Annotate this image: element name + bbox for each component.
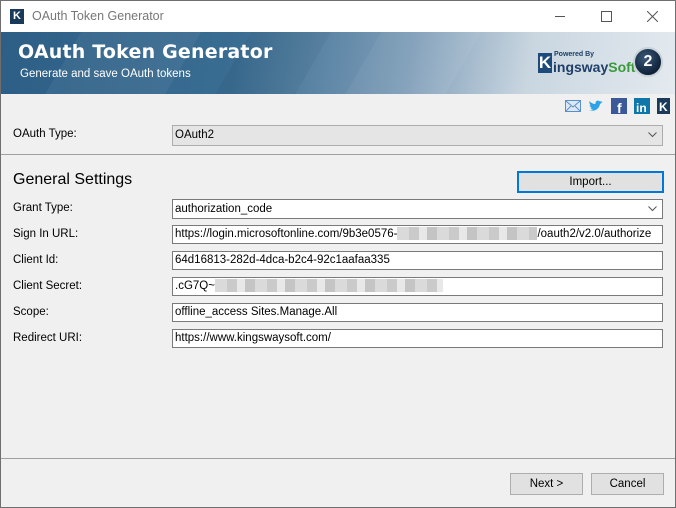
chevron-down-icon <box>648 206 657 212</box>
oauth-type-label: OAuth Type: <box>13 128 77 140</box>
scope-input[interactable]: offline_access Sites.Manage.All <box>172 303 663 322</box>
version-badge: 2 <box>633 47 663 77</box>
scope-value: offline_access Sites.Manage.All <box>175 306 338 318</box>
logo-powered-by: Powered By <box>554 51 595 58</box>
maximize-button[interactable] <box>583 1 629 32</box>
client-secret-input[interactable]: .cG7Q~ <box>172 277 663 296</box>
client-id-label: Client Id: <box>13 254 59 266</box>
oauth-token-generator-window: K OAuth Token Generator OAuth Token Gene… <box>0 0 676 508</box>
sign-in-url-prefix: https://login.microsoftonline.com/9b3e05… <box>175 228 398 240</box>
title-bar: K OAuth Token Generator <box>1 1 675 32</box>
cancel-button[interactable]: Cancel <box>591 473 664 495</box>
import-button[interactable]: Import... <box>517 171 664 193</box>
sign-in-url-input[interactable]: https://login.microsoftonline.com/9b3e05… <box>172 225 663 244</box>
redirect-uri-label: Redirect URI: <box>13 332 83 344</box>
svg-text:in: in <box>636 101 647 114</box>
banner-subtitle: Generate and save OAuth tokens <box>20 68 191 80</box>
divider <box>1 154 675 155</box>
redacted-region <box>397 227 538 241</box>
sign-in-url-label: Sign In URL: <box>13 228 79 240</box>
banner-title: OAuth Token Generator <box>18 41 273 63</box>
close-button[interactable] <box>629 1 675 32</box>
twitter-icon[interactable] <box>588 98 604 114</box>
chevron-down-icon <box>648 132 657 138</box>
minimize-button[interactable] <box>537 1 583 32</box>
logo-k-mark: K <box>538 53 552 73</box>
redacted-region <box>214 279 443 293</box>
logo-brand-part2: Soft <box>608 59 636 75</box>
app-icon: K <box>10 9 24 24</box>
general-settings-title: General Settings <box>13 171 133 188</box>
maximize-icon <box>600 11 612 22</box>
oauth-type-select[interactable]: OAuth2 <box>172 125 663 146</box>
grant-type-value: authorization_code <box>175 203 273 215</box>
header-banner: OAuth Token Generator Generate and save … <box>1 32 675 94</box>
sign-in-url-suffix: /oauth2/v2.0/authorize <box>537 228 652 240</box>
client-secret-prefix: .cG7Q~ <box>175 280 215 292</box>
next-button[interactable]: Next > <box>510 473 583 495</box>
grant-type-label: Grant Type: <box>13 202 73 214</box>
window-title: OAuth Token Generator <box>32 9 164 23</box>
client-id-input[interactable]: 64d16813-282d-4dca-b2c4-92c1aafaa335 <box>172 251 663 270</box>
kingswaysoft-icon[interactable]: K <box>657 98 670 114</box>
svg-text:f: f <box>617 100 622 114</box>
redirect-uri-value: https://www.kingswaysoft.com/ <box>175 332 331 344</box>
scope-label: Scope: <box>13 306 49 318</box>
grant-type-select[interactable]: authorization_code <box>172 199 663 219</box>
logo-brand: ingswaySoft <box>553 59 635 75</box>
footer-divider <box>1 458 675 459</box>
oauth-type-value: OAuth2 <box>175 129 214 141</box>
email-icon[interactable] <box>565 98 581 114</box>
svg-text:K: K <box>659 100 668 114</box>
close-icon <box>646 11 658 22</box>
minimize-icon <box>554 16 565 17</box>
client-secret-label: Client Secret: <box>13 280 83 292</box>
redirect-uri-input[interactable]: https://www.kingswaysoft.com/ <box>172 329 663 348</box>
linkedin-icon[interactable]: in <box>634 98 650 114</box>
facebook-icon[interactable]: f <box>611 98 627 114</box>
client-id-value: 64d16813-282d-4dca-b2c4-92c1aafaa335 <box>175 254 390 266</box>
logo-brand-part1: ingsway <box>553 59 609 75</box>
